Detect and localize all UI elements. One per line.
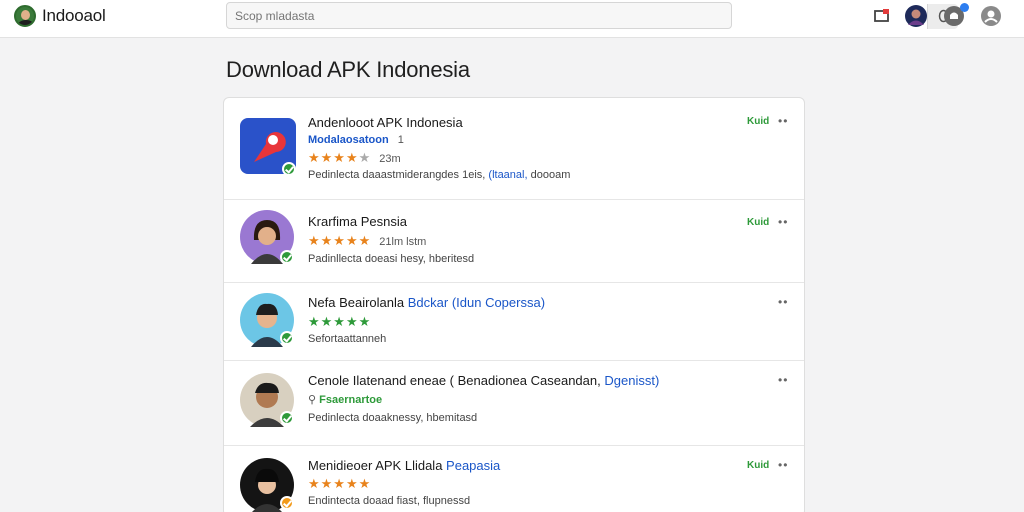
item-description: Padinllecta doeasi hesy, hberitesd <box>308 253 475 265</box>
brand-name: Indooaol <box>42 6 106 25</box>
item-title: Nefa Beairolanla Bdckar (Idun Coperssa) <box>308 295 546 310</box>
page-title: Download APK Indonesia <box>226 57 470 82</box>
verified-badge-icon <box>280 250 294 264</box>
list-item[interactable]: Krarfima Pesnsia ★★★★★ 21lm lstm Padinlle… <box>224 200 804 283</box>
install-badge[interactable]: Kuid <box>747 460 769 471</box>
search-bar <box>226 2 958 29</box>
verified-badge-icon <box>280 496 294 510</box>
developer-name: Modalaosatoon 1 <box>308 134 404 146</box>
account-icon[interactable] <box>980 5 1002 27</box>
install-badge[interactable]: Kuid <box>747 116 769 127</box>
more-options-icon[interactable]: •• <box>778 215 788 229</box>
rating-stars: ★★★★★ <box>308 476 372 491</box>
item-description: Endintecta doaad fiast, flupnessd <box>308 495 471 507</box>
cast-icon[interactable] <box>871 5 893 27</box>
developer-name: ⚲ Fsaernartoe <box>308 394 383 406</box>
list-item[interactable]: Cenole Ilatenand eneae ( Benadionea Case… <box>224 361 804 446</box>
more-options-icon[interactable]: •• <box>778 295 788 309</box>
item-title: Menidieoer APK Llidala Peapasia <box>308 458 501 473</box>
verified-badge-icon <box>280 331 294 345</box>
list-item[interactable]: Andenlooot APK Indonesia Modalaosatoon 1… <box>224 98 804 200</box>
item-description: Sefortaattanneh <box>308 333 387 345</box>
more-options-icon[interactable]: •• <box>778 373 788 387</box>
rating-stars: ★★★★★ 21lm lstm <box>308 233 427 248</box>
list-item[interactable]: Nefa Beairolanla Bdckar (Idun Coperssa) … <box>224 283 804 361</box>
rating-stars: ★★★★★ 23m <box>308 150 401 165</box>
install-badge[interactable]: Kuid <box>747 217 769 228</box>
top-bar: Indooaol <box>0 0 1024 38</box>
item-title: Cenole Ilatenand eneae ( Benadionea Case… <box>308 373 660 388</box>
item-description: Pedinlecta daaastmiderangdes 1eis, (ltaa… <box>308 169 571 181</box>
more-options-icon[interactable]: •• <box>778 114 788 128</box>
item-description: Pedinlecta doaaknessy, hbemitasd <box>308 412 478 424</box>
verified-badge-icon <box>280 411 294 425</box>
brand[interactable]: Indooaol <box>14 5 106 27</box>
list-item[interactable]: Menidieoer APK Llidala Peapasia ★★★★★ En… <box>224 446 804 512</box>
verified-badge-icon <box>282 162 296 176</box>
more-options-icon[interactable]: •• <box>778 458 788 472</box>
app-list: Andenlooot APK Indonesia Modalaosatoon 1… <box>223 97 805 512</box>
item-title: Andenlooot APK Indonesia <box>308 115 463 130</box>
notification-badge <box>960 3 969 12</box>
rating-stars: ★★★★★ <box>308 314 372 329</box>
item-title: Krarfima Pesnsia <box>308 214 407 229</box>
brand-avatar <box>14 5 36 27</box>
profile-avatar-icon[interactable] <box>905 5 927 27</box>
search-input[interactable] <box>235 7 665 25</box>
